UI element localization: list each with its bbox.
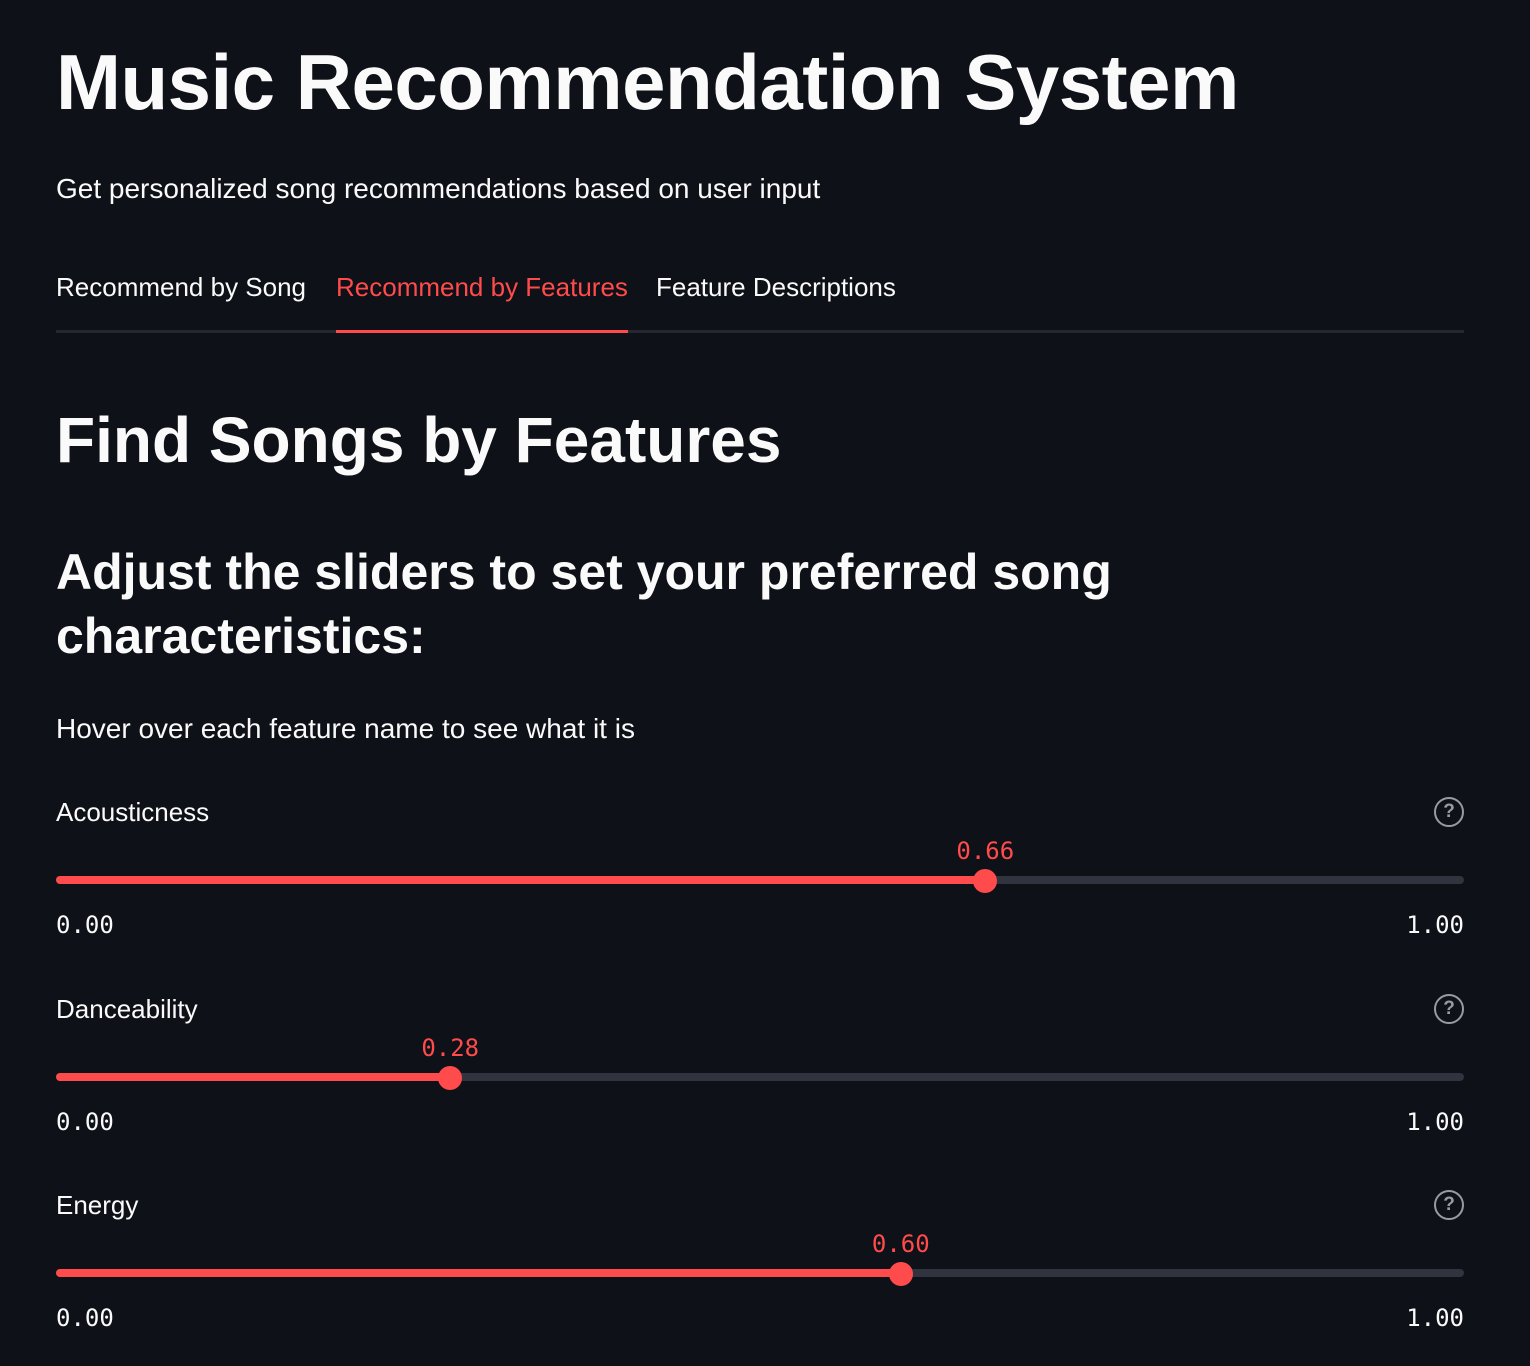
question-circle-icon[interactable]: ?: [1434, 994, 1464, 1024]
slider-track-energy[interactable]: [56, 1269, 1464, 1277]
slider-value-danceability: 0.28: [421, 1034, 480, 1062]
slider-thumb-energy[interactable]: [888, 1262, 913, 1286]
tab-bar: Recommend by Song Recommend by Features …: [56, 262, 1464, 333]
slider-value-energy: 0.60: [871, 1230, 930, 1258]
question-circle-icon[interactable]: ?: [1434, 797, 1464, 827]
slider-danceability: Danceability ? 0.28 0.00 1.00: [56, 992, 1464, 1162]
slider-thumb-acousticness[interactable]: [973, 869, 998, 893]
slider-label-danceability: Danceability: [56, 994, 198, 1024]
slider-min-label: 0.00: [56, 1304, 114, 1332]
slider-max-label: 1.00: [1406, 911, 1464, 939]
section-subtitle: Adjust the sliders to set your preferred…: [56, 544, 1112, 664]
section-title: Find Songs by Features: [56, 404, 782, 476]
tab-feature-descriptions[interactable]: Feature Descriptions: [656, 262, 896, 330]
hover-hint: Hover over each feature name to see what…: [56, 713, 635, 744]
slider-min-label: 0.00: [56, 1108, 114, 1136]
slider-acousticness: Acousticness ? 0.66 0.00 1.00: [56, 795, 1464, 965]
slider-fill-danceability: [56, 1073, 451, 1081]
slider-label-acousticness: Acousticness: [56, 797, 210, 827]
slider-max-label: 1.00: [1406, 1304, 1464, 1332]
question-circle-icon[interactable]: ?: [1434, 1190, 1464, 1220]
slider-energy: Energy ? 0.60 0.00 1.00: [56, 1188, 1464, 1358]
slider-value-acousticness: 0.66: [956, 837, 1015, 865]
slider-fill-acousticness: [56, 876, 986, 884]
page-title: Music Recommendation System: [56, 38, 1239, 126]
slider-track-danceability[interactable]: [56, 1073, 1464, 1081]
slider-thumb-danceability[interactable]: [438, 1066, 463, 1090]
tab-recommend-by-song[interactable]: Recommend by Song: [56, 262, 306, 330]
page-subtitle: Get personalized song recommendations ba…: [56, 173, 821, 204]
slider-min-label: 0.00: [56, 911, 114, 939]
slider-fill-energy: [56, 1269, 901, 1277]
slider-track-acousticness[interactable]: [56, 876, 1464, 884]
slider-label-energy: Energy: [56, 1190, 139, 1220]
slider-max-label: 1.00: [1406, 1108, 1464, 1136]
tab-recommend-by-features[interactable]: Recommend by Features: [336, 262, 628, 333]
